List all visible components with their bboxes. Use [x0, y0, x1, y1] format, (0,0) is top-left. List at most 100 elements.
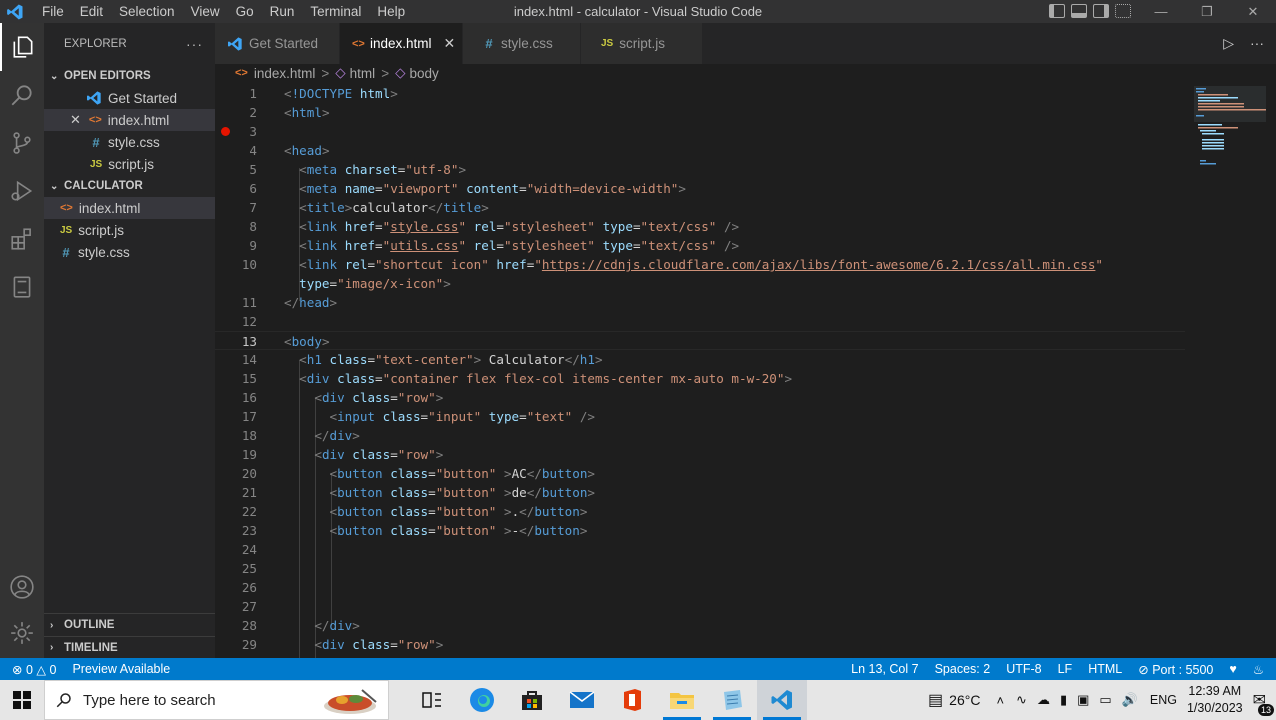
code-editor[interactable]: 1 <!DOCTYPE html> 2 <html> 3 4 <head> 5 <me… [215, 84, 1276, 658]
file-explorer-icon[interactable] [657, 680, 707, 720]
clock[interactable]: 12:39 AM 1/30/2023 [1177, 683, 1253, 717]
open-editor-label: style.css [108, 134, 160, 150]
weather-icon[interactable]: ▤ [928, 690, 943, 710]
windows-start-icon[interactable] [0, 680, 44, 720]
cursor-position[interactable]: Ln 13, Col 7 [843, 662, 926, 676]
open-editor-item-index-html[interactable]: ✕ <> index.html [44, 109, 215, 131]
display-icon[interactable]: ▣ [1077, 692, 1089, 708]
toggle-secondary-sidebar-icon[interactable] [1093, 4, 1109, 18]
source-control-icon[interactable] [0, 119, 44, 167]
sidebar-header: EXPLORER ··· [44, 23, 215, 65]
open-editor-item-style-css[interactable]: # style.css [44, 131, 215, 153]
run-icon[interactable]: ▷ [1223, 35, 1234, 52]
manage-gear-icon[interactable] [0, 609, 44, 657]
menu-edit[interactable]: Edit [72, 0, 111, 23]
notifications-bell-icon[interactable]: ♨ [1245, 662, 1276, 677]
file-item-style-css[interactable]: # style.css [44, 241, 215, 263]
tab-label: Get Started [249, 36, 319, 51]
tab-style-css[interactable]: # style.css [463, 23, 581, 64]
remote-explorer-icon[interactable] [0, 263, 44, 311]
notification-center-icon[interactable]: ✉ 13 [1253, 690, 1274, 716]
end-of-line[interactable]: LF [1050, 662, 1081, 676]
code-line: 26 [241, 580, 257, 595]
toggle-primary-sidebar-icon[interactable] [1049, 4, 1065, 18]
live-server-port[interactable]: ⊘ Port : 5500 [1130, 662, 1221, 677]
code-line: 10 <link rel="shortcut icon" href="https… [241, 257, 1103, 272]
open-editor-item-get-started[interactable]: Get Started [44, 87, 215, 109]
tab-script-js[interactable]: JS script.js [581, 23, 703, 64]
timeline-section[interactable]: › TIMELINE [44, 636, 215, 658]
menu-view[interactable]: View [183, 0, 228, 23]
timeline-label: TIMELINE [64, 641, 118, 654]
task-view-icon[interactable] [407, 680, 457, 720]
encoding[interactable]: UTF-8 [998, 662, 1049, 676]
office-icon[interactable] [607, 680, 657, 720]
feedback-icon[interactable]: ♥ [1221, 662, 1244, 676]
customize-layout-icon[interactable] [1115, 4, 1131, 18]
toggle-panel-icon[interactable] [1071, 4, 1087, 18]
calculator-folder-section[interactable]: ⌄ CALCULATOR [44, 175, 215, 197]
problems-indicator[interactable]: ⊗ 0 △ 0 [0, 662, 64, 677]
extensions-icon[interactable] [0, 215, 44, 263]
open-editors-section[interactable]: ⌄ OPEN EDITORS [44, 65, 215, 87]
status-bar: ⊗ 0 △ 0 Preview Available Ln 13, Col 7 S… [0, 658, 1276, 680]
menu-help[interactable]: Help [369, 0, 413, 23]
editor-tabs: Get Started <> index.html ✕ # style.css … [215, 23, 1276, 64]
microphone-icon[interactable]: ▮ [1060, 692, 1067, 708]
file-item-script-js[interactable]: JS script.js [44, 219, 215, 241]
minimap[interactable] [1194, 86, 1266, 166]
weather-temp[interactable]: 26°C [949, 692, 980, 708]
breadcrumb-body[interactable]: body [409, 66, 438, 81]
chevron-right-icon: › [50, 619, 54, 631]
current-code-line: 13 <body> [215, 331, 1185, 350]
language-mode[interactable]: HTML [1080, 662, 1130, 676]
more-actions-icon[interactable]: ··· [1250, 35, 1264, 52]
code-line: 15 <div class="container flex flex-col i… [241, 371, 793, 386]
account-icon[interactable] [0, 563, 44, 611]
menu-go[interactable]: Go [228, 0, 262, 23]
restore-icon[interactable]: ❐ [1184, 0, 1230, 23]
close-icon[interactable]: ✕ [70, 112, 81, 128]
minimize-icon[interactable]: — [1138, 0, 1184, 23]
window-controls: — ❐ ✕ [1138, 0, 1276, 23]
edge-icon[interactable] [457, 680, 507, 720]
network-icon[interactable]: ∿ [1016, 692, 1027, 708]
taskbar-search-box[interactable]: Type here to search [44, 680, 389, 720]
battery-icon[interactable]: ▭ [1099, 692, 1111, 708]
file-label: script.js [78, 222, 124, 238]
sidebar-more-button[interactable]: ··· [186, 36, 203, 52]
run-debug-icon[interactable] [0, 167, 44, 215]
store-icon[interactable] [507, 680, 557, 720]
html-icon: <> [235, 67, 248, 79]
vscode-icon[interactable] [757, 680, 807, 720]
file-item-index-html[interactable]: <> index.html [44, 197, 215, 219]
menu-selection[interactable]: Selection [111, 0, 183, 23]
close-window-icon[interactable]: ✕ [1230, 0, 1276, 23]
tab-get-started[interactable]: Get Started [215, 23, 340, 64]
tab-index-html[interactable]: <> index.html ✕ [340, 23, 463, 64]
menu-file[interactable]: File [34, 0, 72, 23]
menu-terminal[interactable]: Terminal [302, 0, 369, 23]
show-hidden-icons-chevron-up-icon[interactable]: ˄ [996, 693, 1004, 708]
preview-available[interactable]: Preview Available [64, 662, 178, 676]
html-icon: <> [60, 202, 73, 214]
code-line: 24 [241, 542, 257, 557]
volume-icon[interactable]: 🔊 [1122, 692, 1138, 708]
open-editor-label: script.js [108, 156, 154, 172]
onedrive-icon[interactable]: ☁ [1037, 692, 1050, 708]
mail-icon[interactable] [557, 680, 607, 720]
breadcrumb-html[interactable]: html [350, 66, 376, 81]
tab-label: style.css [501, 36, 553, 51]
explorer-icon[interactable] [0, 23, 44, 71]
notepad-icon[interactable] [707, 680, 757, 720]
input-language[interactable]: ENG [1150, 693, 1177, 707]
menu-run[interactable]: Run [262, 0, 303, 23]
search-icon[interactable] [0, 71, 44, 119]
open-editor-item-script-js[interactable]: JS script.js [44, 153, 215, 175]
close-icon[interactable]: ✕ [444, 35, 456, 52]
outline-section[interactable]: › OUTLINE [44, 614, 215, 636]
indentation[interactable]: Spaces: 2 [927, 662, 999, 676]
breadcrumb-file[interactable]: index.html [254, 66, 316, 81]
open-editor-label: index.html [107, 112, 170, 128]
outline-label: OUTLINE [64, 619, 115, 631]
